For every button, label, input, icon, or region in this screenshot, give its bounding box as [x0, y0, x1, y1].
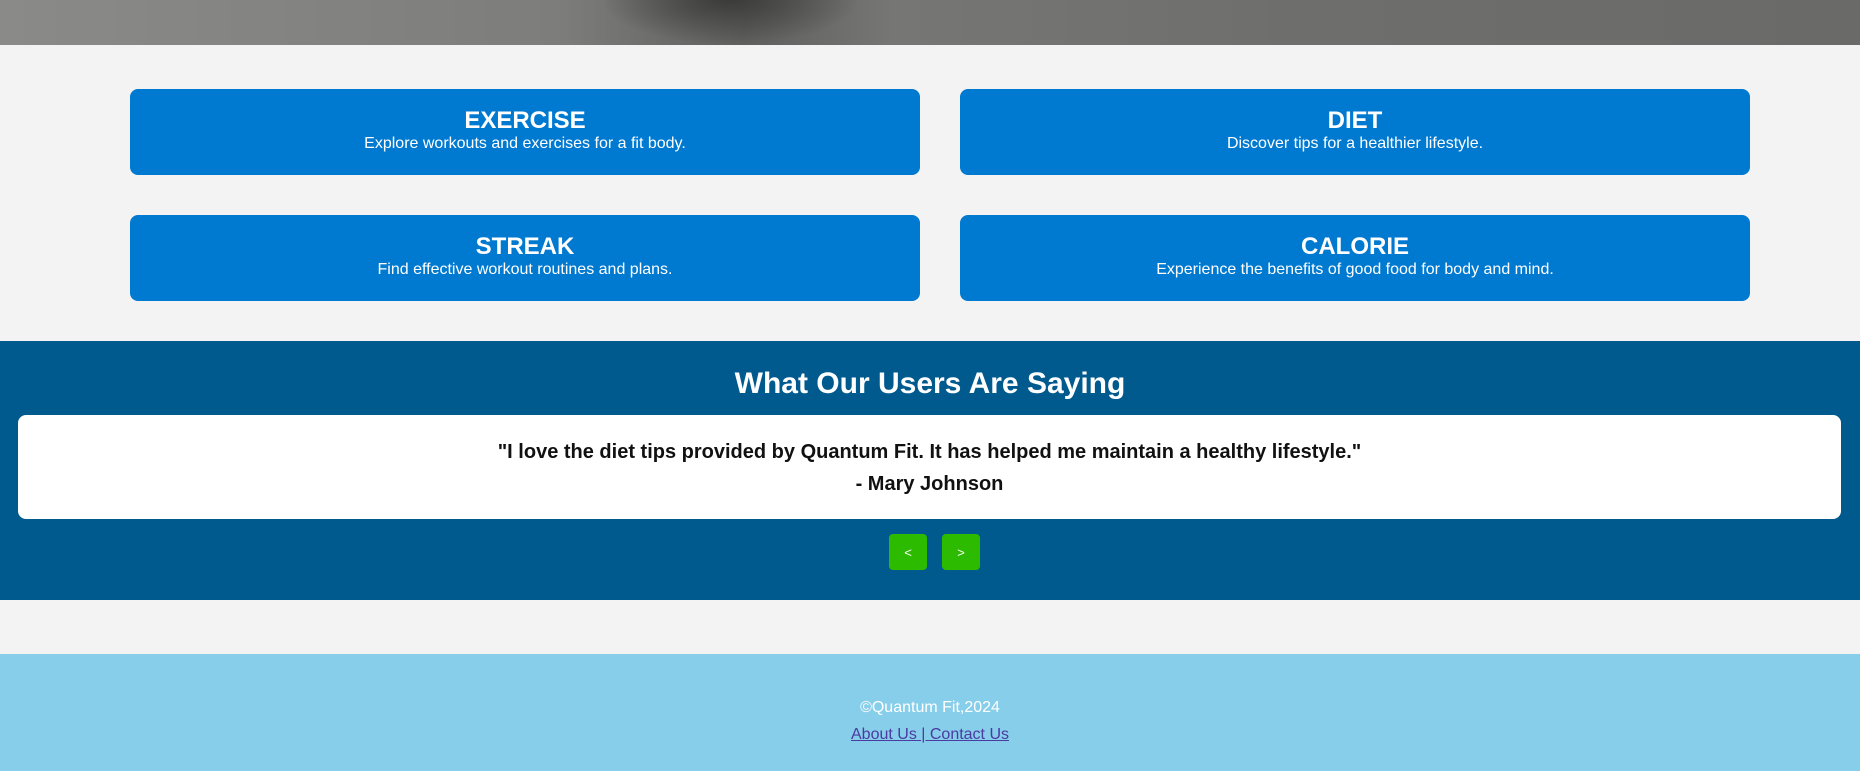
footer: ©Quantum Fit,2024 About Us | Contact Us	[0, 654, 1860, 771]
feature-cards: EXERCISE Explore workouts and exercises …	[0, 45, 1860, 341]
footer-copyright: ©Quantum Fit,2024	[860, 699, 1000, 716]
card-description: Find effective workout routines and plan…	[377, 261, 673, 278]
hero-image-shadow	[600, 0, 860, 45]
card-title: STREAK	[475, 233, 575, 260]
testimonial-author: - Mary Johnson	[855, 473, 1004, 495]
testimonial-card: "I love the diet tips provided by Quantu…	[18, 415, 1841, 519]
about-us-link[interactable]: About Us	[851, 726, 917, 743]
testimonial-quote: "I love the diet tips provided by Quantu…	[497, 441, 1362, 463]
card-description: Experience the benefits of good food for…	[1156, 261, 1554, 278]
card-exercise[interactable]: EXERCISE Explore workouts and exercises …	[130, 89, 920, 175]
card-description: Explore workouts and exercises for a fit…	[364, 135, 686, 152]
card-description: Discover tips for a healthier lifestyle.	[1226, 135, 1484, 152]
footer-links: About Us | Contact Us	[0, 726, 1860, 744]
card-title: CALORIE	[1301, 233, 1409, 260]
footer-link-separator: |	[916, 726, 930, 743]
hero-image	[0, 0, 1860, 45]
contact-us-link[interactable]: Contact Us	[930, 726, 1009, 743]
next-testimonial-button[interactable]: >	[942, 534, 980, 570]
prev-testimonial-button[interactable]: <	[889, 534, 927, 570]
card-streak[interactable]: STREAK Find effective workout routines a…	[130, 215, 920, 301]
testimonials-section: What Our Users Are Saying "I love the di…	[0, 341, 1860, 600]
card-calorie[interactable]: CALORIE Experience the benefits of good …	[960, 215, 1750, 301]
section-title: What Our Users Are Saying	[734, 367, 1126, 400]
card-title: EXERCISE	[464, 107, 586, 134]
card-diet[interactable]: DIET Discover tips for a healthier lifes…	[960, 89, 1750, 175]
card-title: DIET	[1327, 107, 1383, 134]
